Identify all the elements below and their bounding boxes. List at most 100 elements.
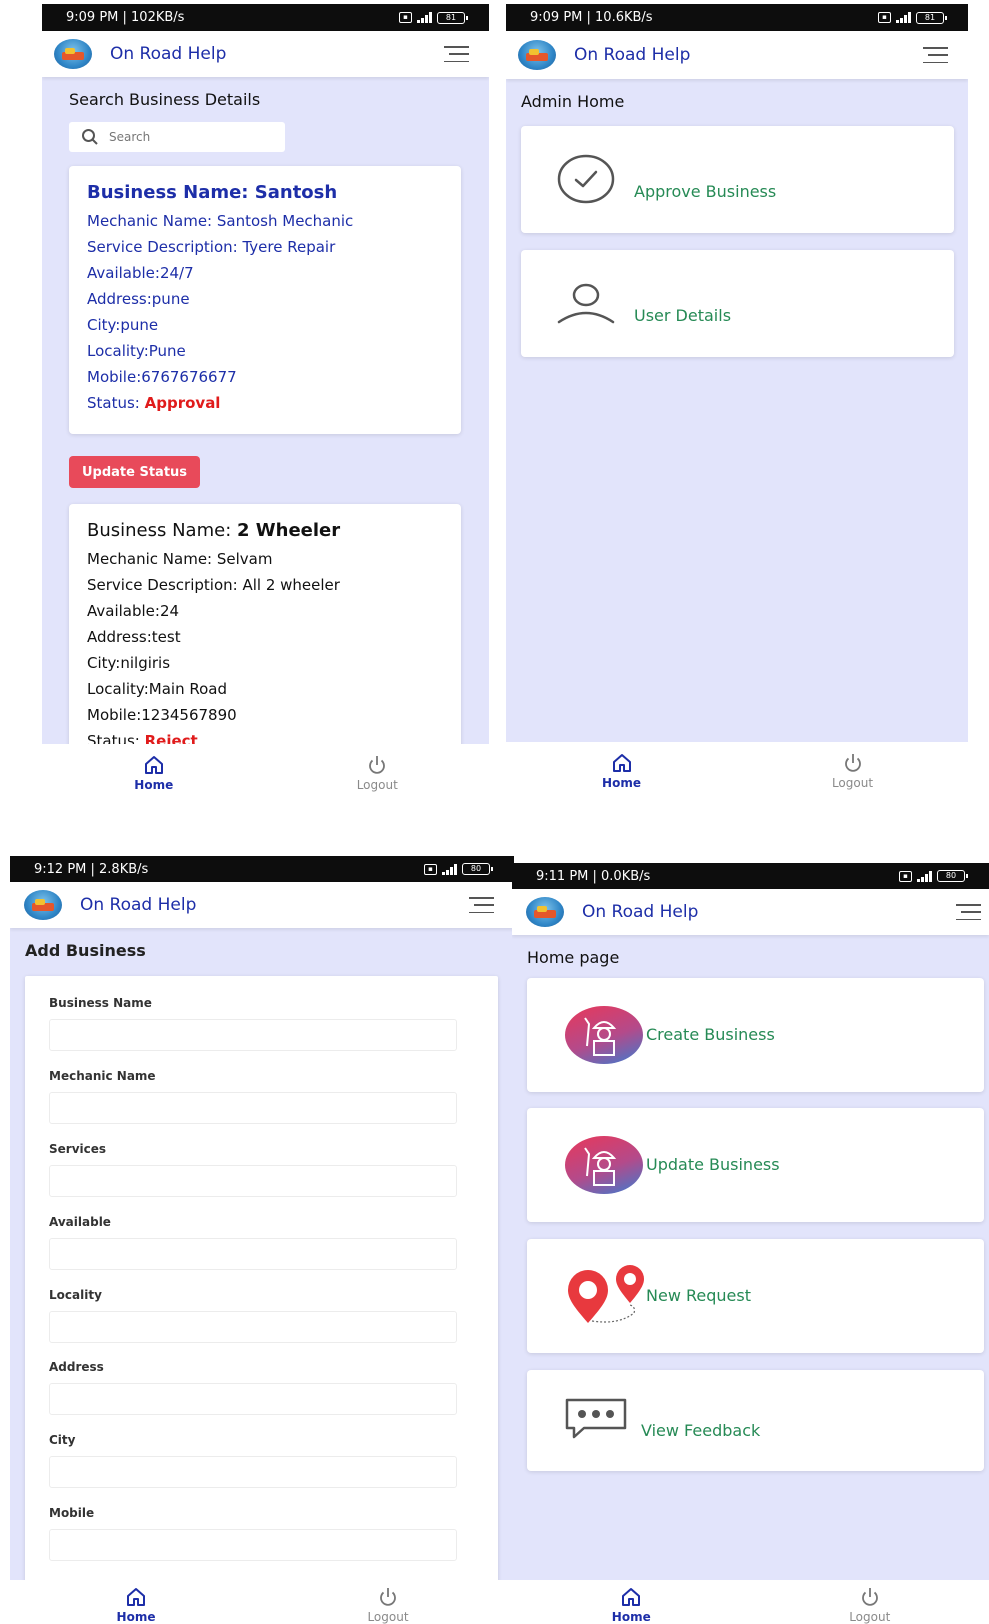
nav-logout[interactable]: Logout	[737, 742, 968, 816]
address-field[interactable]	[49, 1383, 457, 1415]
home-icon	[622, 1588, 641, 1606]
business-name-label: Business Name:	[87, 520, 237, 541]
city-field[interactable]	[49, 1456, 457, 1488]
bottom-nav: Home Logout	[10, 1580, 514, 1624]
battery-icon: 80	[462, 863, 493, 875]
status-bar: 9:11 PM | 0.0KB/s ▪ 80	[512, 863, 989, 889]
business-name-label: Business Name	[49, 996, 152, 1010]
signal-icon	[417, 12, 432, 23]
bottom-nav: Home Logout	[506, 742, 968, 816]
search-icon	[82, 129, 98, 145]
new-request-label: New Request	[646, 1286, 751, 1305]
screen-admin-home: 9:09 PM | 10.6KB/s ▪ 81 On Road Help Adm…	[506, 4, 968, 816]
bottom-nav: Home Logout	[42, 744, 489, 816]
user-details-label: User Details	[634, 306, 732, 325]
status-icons: ▪ 80	[899, 870, 968, 882]
nav-logout[interactable]: Logout	[751, 1580, 989, 1624]
power-icon	[844, 754, 861, 772]
app-bar: On Road Help	[506, 31, 968, 79]
service-description: Service Description: All 2 wheeler	[87, 576, 340, 594]
business-name-field[interactable]	[49, 1019, 457, 1051]
business-card: Business Name: Santosh Mechanic Name: Sa…	[69, 166, 461, 434]
business-card: Business Name: 2 Wheeler Mechanic Name: …	[69, 504, 461, 764]
nav-home-label: Home	[116, 1610, 156, 1624]
hamburger-menu-icon[interactable]	[469, 897, 494, 913]
search-input[interactable]: Search	[69, 122, 285, 152]
mechanic-name: Mechanic Name: Santosh Mechanic	[87, 212, 354, 230]
volte-icon: ▪	[424, 863, 437, 875]
check-circle-icon	[557, 154, 615, 204]
hamburger-menu-icon[interactable]	[923, 47, 948, 63]
nav-logout-label: Logout	[367, 1610, 409, 1624]
availability: Available:24	[87, 602, 180, 620]
status-label: Status:	[87, 394, 145, 412]
update-business-card[interactable]: Update Business	[527, 1108, 984, 1222]
nav-home[interactable]: Home	[10, 1580, 262, 1624]
hamburger-menu-icon[interactable]	[956, 904, 981, 920]
address: Address:pune	[87, 290, 190, 308]
status-icons: ▪ 81	[878, 11, 947, 24]
app-bar: On Road Help	[42, 31, 489, 77]
nav-logout[interactable]: Logout	[266, 744, 490, 816]
location-pins-icon	[568, 1265, 644, 1323]
battery-icon: 80	[937, 870, 968, 882]
services-field[interactable]	[49, 1165, 457, 1197]
nav-home[interactable]: Home	[506, 742, 737, 816]
locality: Locality:Pune	[87, 342, 186, 360]
new-request-card[interactable]: New Request	[527, 1239, 984, 1353]
status-badge: Approval	[144, 394, 221, 412]
user-details-card[interactable]: User Details	[521, 250, 954, 357]
hamburger-menu-icon[interactable]	[444, 46, 469, 62]
signal-icon	[917, 870, 932, 882]
battery-icon: 81	[437, 11, 468, 24]
update-status-button[interactable]: Update Status	[69, 456, 200, 488]
screen-home-page: 9:11 PM | 0.0KB/s ▪ 80 On Road Help Home…	[512, 863, 989, 1624]
city-label: City	[49, 1433, 76, 1447]
mobile-field[interactable]	[49, 1529, 457, 1561]
approve-business-card[interactable]: Approve Business	[521, 126, 954, 233]
status-bar: 9:12 PM | 2.8KB/s ▪ 80	[10, 856, 514, 882]
nav-home[interactable]: Home	[512, 1580, 751, 1624]
mobile: Mobile:1234567890	[87, 706, 237, 724]
signal-icon	[896, 12, 911, 23]
view-feedback-label: View Feedback	[641, 1421, 761, 1440]
app-title: On Road Help	[110, 44, 227, 64]
search-placeholder: Search	[109, 130, 151, 144]
nav-home[interactable]: Home	[42, 744, 266, 816]
mechanic-worker-icon	[565, 1136, 643, 1194]
app-logo-icon	[54, 39, 92, 69]
mechanic-worker-glyph	[584, 1017, 617, 1056]
mechanic-name-label: Mechanic Name	[49, 1069, 156, 1083]
status-time: 9:09 PM | 10.6KB/s	[530, 10, 653, 25]
volte-icon: ▪	[878, 12, 891, 23]
app-logo-icon	[526, 897, 564, 927]
nav-logout-label: Logout	[356, 778, 398, 792]
page-title: Home page	[527, 948, 620, 967]
home-icon	[144, 756, 163, 774]
add-business-form: Business Name Mechanic Name Services Ava…	[25, 976, 498, 1596]
status-icons: ▪ 80	[424, 863, 493, 875]
battery-icon: 81	[916, 11, 947, 24]
mobile: Mobile:6767676677	[87, 368, 237, 386]
app-title: On Road Help	[574, 45, 691, 65]
business-name-value: Santosh	[254, 182, 338, 203]
available-field[interactable]	[49, 1238, 457, 1270]
mechanic-worker-glyph	[584, 1147, 617, 1186]
nav-logout-label: Logout	[831, 776, 874, 790]
address-label: Address	[49, 1360, 104, 1374]
nav-logout[interactable]: Logout	[262, 1580, 514, 1624]
screen-add-business: 9:12 PM | 2.8KB/s ▪ 80 On Road Help Add …	[10, 856, 514, 1624]
status-time: 9:12 PM | 2.8KB/s	[34, 861, 149, 877]
volte-icon: ▪	[899, 870, 912, 882]
app-title: On Road Help	[80, 895, 197, 915]
status-bar: 9:09 PM | 10.6KB/s ▪ 81	[506, 4, 968, 31]
chat-bubble-icon	[565, 1398, 627, 1439]
business-name: Business Name: 2 Wheeler	[87, 516, 443, 546]
nav-home-label: Home	[602, 776, 641, 790]
locality-field[interactable]	[49, 1311, 457, 1343]
page-title: Admin Home	[521, 92, 625, 111]
view-feedback-card[interactable]: View Feedback	[527, 1370, 984, 1471]
app-logo-icon	[24, 890, 62, 920]
mechanic-name-field[interactable]	[49, 1092, 457, 1124]
create-business-card[interactable]: Create Business	[527, 978, 984, 1092]
